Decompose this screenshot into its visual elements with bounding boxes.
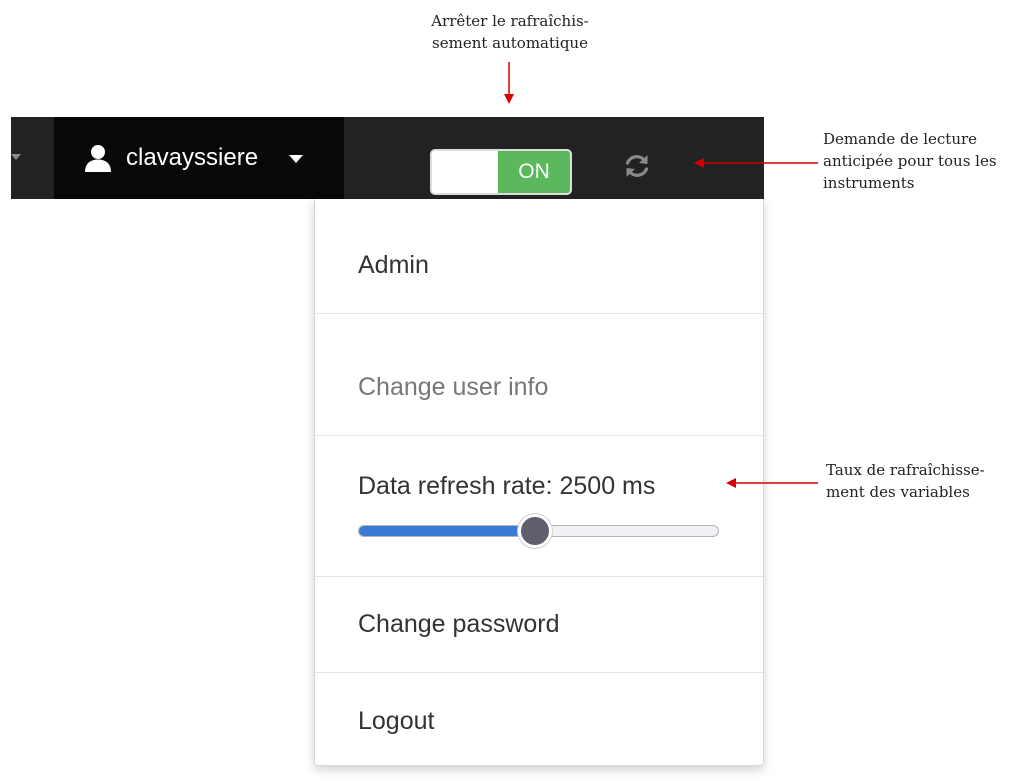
annotation-arrowhead	[726, 478, 736, 488]
annotation-arrowhead	[504, 94, 514, 104]
annotation-arrowhead	[694, 158, 704, 168]
annotation-arrows	[504, 62, 818, 488]
